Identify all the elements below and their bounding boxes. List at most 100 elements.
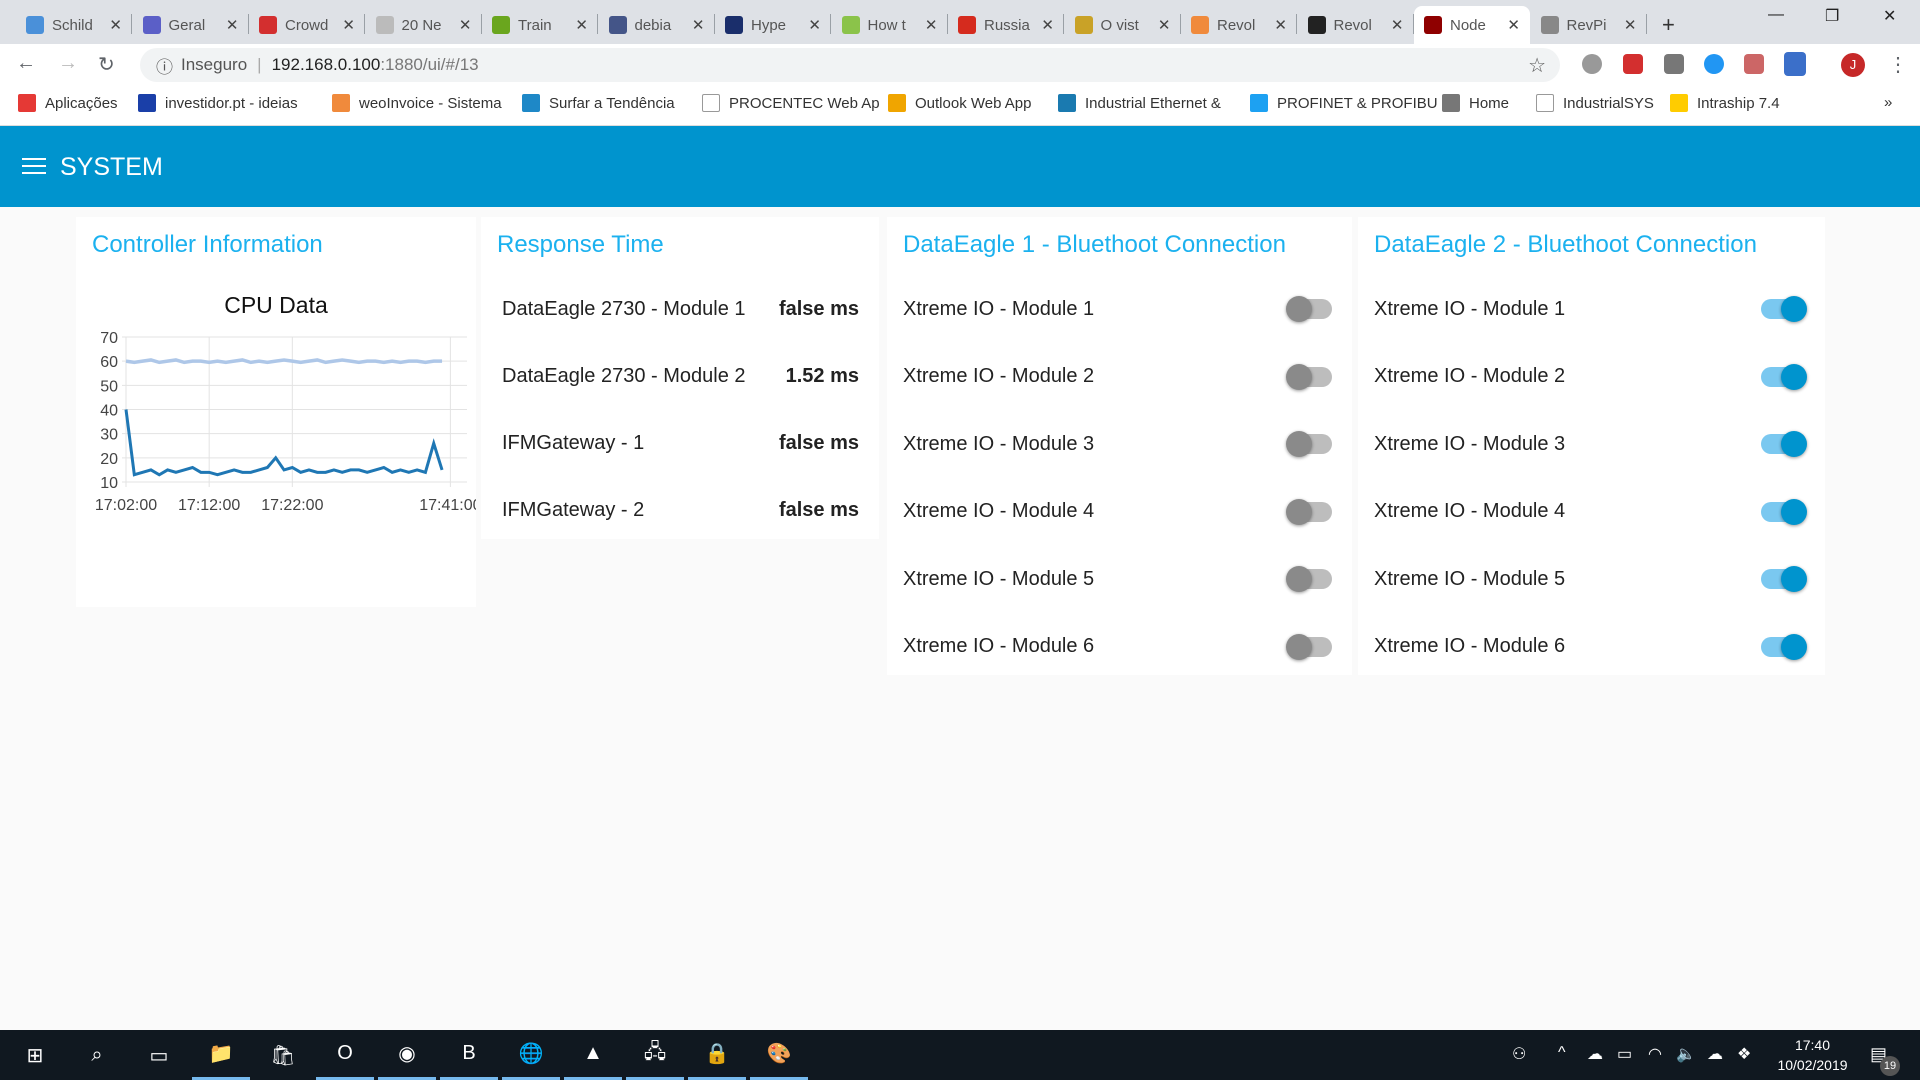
browser-tab[interactable]: Crowd ✕ [249, 6, 365, 44]
bookmark-item[interactable]: Intraship 7.4 [1670, 94, 1780, 112]
clock[interactable]: 17:40 10/02/2019 [1765, 1035, 1860, 1075]
connection-toggle[interactable] [1761, 296, 1807, 322]
connection-toggle[interactable] [1286, 296, 1332, 322]
connection-toggle[interactable] [1761, 566, 1807, 592]
search-taskbar-icon[interactable]: ⌕ [68, 1030, 126, 1080]
browser-tab[interactable]: 20 Ne ✕ [366, 6, 482, 44]
volume-icon[interactable]: 🔈 [1676, 1044, 1696, 1064]
file-explorer-taskbar-icon[interactable]: 📁 [192, 1030, 250, 1080]
menu-icon[interactable]: ⋮ [1888, 52, 1908, 77]
close-tab-icon[interactable]: ✕ [1158, 16, 1171, 34]
toggle-knob[interactable] [1286, 566, 1312, 592]
browser-tab[interactable]: Geral ✕ [133, 6, 249, 44]
toggle-knob[interactable] [1781, 566, 1807, 592]
info-icon[interactable]: ⓘ [156, 53, 173, 78]
bookmark-item[interactable]: PROCENTEC Web Ap [702, 94, 880, 112]
close-tab-icon[interactable]: ✕ [575, 16, 588, 34]
reload-icon[interactable]: ↻ [98, 52, 115, 77]
toggle-knob[interactable] [1286, 296, 1312, 322]
battery-icon[interactable]: ▭ [1617, 1044, 1632, 1064]
connection-toggle[interactable] [1761, 633, 1807, 660]
toggle-knob[interactable] [1781, 431, 1807, 457]
onedrive-icon[interactable]: ☁ [1587, 1044, 1603, 1064]
close-tab-icon[interactable]: ✕ [1041, 16, 1054, 34]
bookmark-item[interactable]: IndustrialSYS [1536, 94, 1654, 112]
toggle-knob[interactable] [1286, 431, 1312, 457]
people-icon[interactable]: ⚇ [1512, 1044, 1526, 1064]
paint-app-taskbar-icon[interactable]: 🎨 [750, 1030, 808, 1080]
show-hidden-icons[interactable]: ^ [1558, 1044, 1566, 1062]
browser-tab[interactable]: How t ✕ [832, 6, 948, 44]
close-tab-icon[interactable]: ✕ [109, 16, 122, 34]
connection-toggle[interactable] [1761, 498, 1807, 525]
photos-taskbar-icon[interactable]: ▲ [564, 1030, 622, 1080]
browser-tab[interactable]: Train ✕ [482, 6, 598, 44]
maximize-button[interactable]: ❐ [1825, 6, 1839, 26]
bookmark-item[interactable]: investidor.pt - ideias [138, 94, 298, 112]
connection-toggle[interactable] [1286, 566, 1332, 592]
browser-tab[interactable]: Revol ✕ [1298, 6, 1414, 44]
upload-cloud-icon[interactable]: ☁ [1707, 1044, 1723, 1064]
wifi-icon[interactable]: ◠ [1648, 1044, 1662, 1064]
store-taskbar-icon[interactable]: 🛍 [254, 1030, 312, 1080]
new-tab-button[interactable]: + [1652, 6, 1685, 44]
bookmark-item[interactable]: Outlook Web App [888, 94, 1031, 112]
chrome-taskbar-icon[interactable]: ◉ [378, 1030, 436, 1080]
close-window-button[interactable]: ✕ [1883, 6, 1896, 26]
extension-icon[interactable] [1623, 54, 1643, 74]
connection-toggle[interactable] [1286, 363, 1332, 390]
hamburger-menu-icon[interactable] [22, 158, 46, 176]
minimize-button[interactable]: — [1768, 6, 1784, 24]
toggle-knob[interactable] [1286, 633, 1312, 660]
cloud-extension-icon[interactable] [1704, 54, 1724, 74]
bookmark-item[interactable]: Industrial Ethernet & [1058, 94, 1221, 112]
connection-toggle[interactable] [1286, 431, 1332, 457]
forward-icon[interactable]: → [58, 52, 78, 75]
b-app-taskbar-icon[interactable]: B [440, 1030, 498, 1080]
close-tab-icon[interactable]: ✕ [1391, 16, 1404, 34]
close-tab-icon[interactable]: ✕ [342, 16, 355, 34]
start-taskbar-icon[interactable]: ⊞ [6, 1030, 64, 1080]
bookmark-item[interactable]: Home [1442, 94, 1509, 112]
bookmark-item[interactable]: Aplicações [18, 94, 118, 112]
bookmark-item[interactable]: PROFINET & PROFIBU [1250, 94, 1438, 112]
pdf-extension-icon[interactable] [1744, 54, 1764, 74]
more-bookmarks-button[interactable]: » [1884, 94, 1892, 111]
address-bar[interactable]: ⓘ Inseguro | 192.168.0.100:1880/ui/#/13 … [140, 48, 1560, 82]
star-icon[interactable]: ☆ [1528, 53, 1546, 78]
globe-app-taskbar-icon[interactable]: 🌐 [502, 1030, 560, 1080]
browser-tab[interactable]: RevPi ✕ [1531, 6, 1647, 44]
browser-tab[interactable]: O vist ✕ [1065, 6, 1181, 44]
connection-toggle[interactable] [1286, 633, 1332, 660]
calendar-extension-icon[interactable] [1784, 52, 1806, 76]
toggle-knob[interactable] [1781, 633, 1807, 660]
toggle-knob[interactable] [1286, 498, 1312, 525]
browser-tab[interactable]: debia ✕ [599, 6, 715, 44]
close-tab-icon[interactable]: ✕ [226, 16, 239, 34]
shield-extension-icon[interactable] [1664, 54, 1684, 74]
profile-avatar[interactable]: J [1841, 53, 1865, 77]
browser-tab[interactable]: Hype ✕ [715, 6, 831, 44]
bookmark-item[interactable]: weoInvoice - Sistema [332, 94, 502, 112]
dropbox-icon[interactable]: ❖ [1737, 1044, 1751, 1064]
close-tab-icon[interactable]: ✕ [925, 16, 938, 34]
close-tab-icon[interactable]: ✕ [459, 16, 472, 34]
back-icon[interactable]: ← [16, 52, 36, 75]
browser-tab[interactable]: Revol ✕ [1181, 6, 1297, 44]
toggle-knob[interactable] [1781, 363, 1807, 390]
connection-toggle[interactable] [1286, 498, 1332, 525]
close-tab-icon[interactable]: ✕ [808, 16, 821, 34]
extension-icon[interactable] [1582, 54, 1602, 74]
bookmark-item[interactable]: Surfar a Tendência [522, 94, 675, 112]
toggle-knob[interactable] [1781, 296, 1807, 322]
toggle-knob[interactable] [1781, 498, 1807, 525]
connection-toggle[interactable] [1761, 431, 1807, 457]
network-app-taskbar-icon[interactable]: 🖧 [626, 1030, 684, 1080]
close-tab-icon[interactable]: ✕ [1507, 16, 1520, 34]
close-tab-icon[interactable]: ✕ [692, 16, 705, 34]
task-view-taskbar-icon[interactable]: ▭ [130, 1030, 188, 1080]
close-tab-icon[interactable]: ✕ [1274, 16, 1287, 34]
outlook-taskbar-icon[interactable]: O [316, 1030, 374, 1080]
close-tab-icon[interactable]: ✕ [1624, 16, 1637, 34]
browser-tab[interactable]: Russia ✕ [948, 6, 1064, 44]
